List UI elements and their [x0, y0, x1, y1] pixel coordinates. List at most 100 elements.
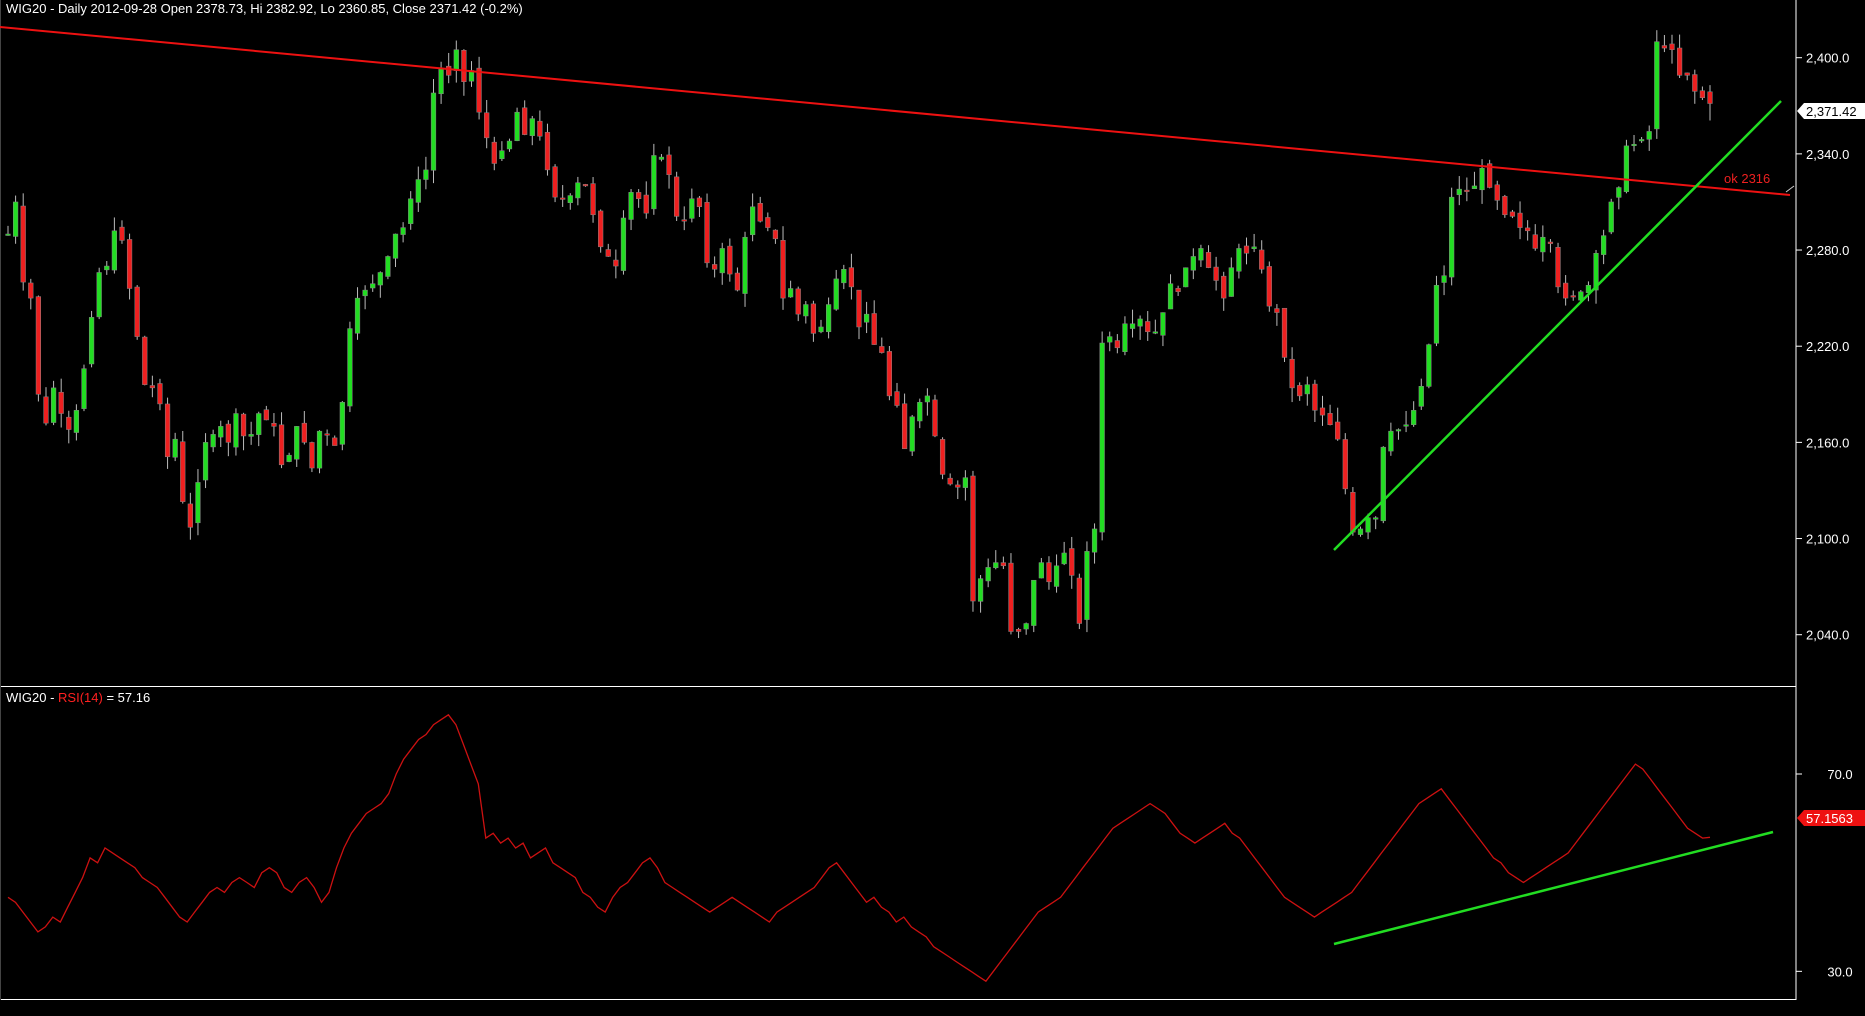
candle-body [1532, 234, 1538, 249]
candle-body [1099, 342, 1105, 533]
rsi-panel-header: WIG20 - RSI(14) = 57.16 [6, 690, 150, 705]
candle-body [537, 120, 543, 137]
candle-body [134, 286, 140, 337]
candle-body [187, 503, 193, 528]
candle [674, 171, 680, 222]
candle-body [1015, 629, 1022, 632]
candle-body [506, 140, 513, 150]
candle [1281, 307, 1288, 362]
candle-body [750, 206, 756, 236]
candle-body [50, 387, 57, 423]
candle-body [164, 403, 171, 458]
candle-body [218, 426, 224, 438]
candle-body [575, 182, 581, 199]
candle [1099, 331, 1105, 541]
candle-body [719, 248, 725, 274]
candle-body [233, 413, 239, 448]
candle-body [104, 265, 110, 271]
candle-body [1304, 384, 1310, 395]
candle-body [126, 239, 133, 289]
candle [1449, 187, 1455, 286]
candle-body [567, 195, 573, 203]
candle [1433, 275, 1440, 347]
candle-body [20, 205, 26, 283]
candle-body [1654, 41, 1660, 130]
candle-body [446, 65, 452, 76]
candle-body [1669, 43, 1675, 50]
candle-body [43, 396, 49, 424]
candle-body [1395, 429, 1402, 432]
candle-body [1639, 139, 1645, 142]
candle [134, 285, 140, 340]
candle-body [1601, 235, 1607, 255]
candle [1076, 573, 1082, 630]
candle-body [370, 283, 376, 289]
candle-body [620, 217, 627, 271]
candle-body [1031, 579, 1037, 626]
candle-body [294, 426, 300, 460]
candle [1426, 343, 1432, 389]
candle-body [111, 230, 117, 271]
candle-body [1707, 91, 1713, 104]
candle-body [924, 395, 930, 403]
candle-body [841, 269, 847, 284]
candle-body [1456, 188, 1462, 195]
candle-body [484, 112, 490, 139]
candle-body [1509, 211, 1516, 217]
candle-body [1403, 424, 1409, 427]
last-rsi-label: 57.1563 [1806, 811, 1853, 826]
candle [12, 195, 19, 244]
candle [180, 430, 186, 504]
candle-body [1350, 491, 1356, 533]
candle [88, 310, 95, 368]
candle-body [696, 197, 703, 208]
candle-body [1076, 577, 1082, 624]
candle-body [210, 434, 216, 448]
candle-body [522, 107, 528, 135]
candle-body [689, 198, 695, 219]
price-axis-tick-label: 2,040.0 [1806, 628, 1849, 643]
candle-body [1122, 323, 1128, 352]
candle [35, 295, 41, 402]
candle [909, 414, 915, 456]
candle-body [271, 423, 277, 427]
candle [347, 321, 353, 413]
candle-body [415, 179, 421, 203]
candle-body [392, 233, 399, 259]
candle-body [1418, 386, 1424, 407]
candle-body [1677, 47, 1683, 76]
candle-body [1380, 446, 1386, 522]
candle-body [400, 227, 406, 235]
candle-body [1661, 45, 1668, 49]
candle-body [1357, 528, 1364, 535]
candle-body [651, 155, 657, 210]
candle-body [461, 50, 467, 82]
candle [932, 394, 938, 438]
last-price-label: 2,371.42 [1806, 104, 1857, 119]
rsi-header-symbol: WIG20 [6, 690, 47, 705]
candle [1502, 194, 1508, 218]
candle [1266, 261, 1272, 312]
candle-body [362, 289, 368, 297]
candle-body [202, 442, 209, 481]
candle-body [613, 259, 619, 267]
candle-body [1464, 189, 1470, 192]
candle-body [96, 272, 102, 318]
candle-body [1145, 321, 1151, 333]
candle-body [316, 430, 323, 469]
candle-body [1684, 72, 1690, 76]
candle-body [1183, 267, 1189, 288]
candle-body [1342, 439, 1348, 490]
candle-body [66, 416, 72, 430]
candle-body [810, 303, 817, 334]
candle-body [552, 166, 558, 198]
candle-body [1540, 236, 1546, 253]
candle-body [544, 132, 551, 171]
rsi-header-value: = 57.16 [102, 690, 151, 705]
candle [1342, 433, 1348, 495]
rsi-header-indicator: RSI(14) [58, 690, 103, 705]
candle-body [1114, 340, 1120, 349]
candle-body [499, 150, 505, 160]
candle-body [438, 68, 444, 95]
candle-body [1449, 196, 1455, 278]
